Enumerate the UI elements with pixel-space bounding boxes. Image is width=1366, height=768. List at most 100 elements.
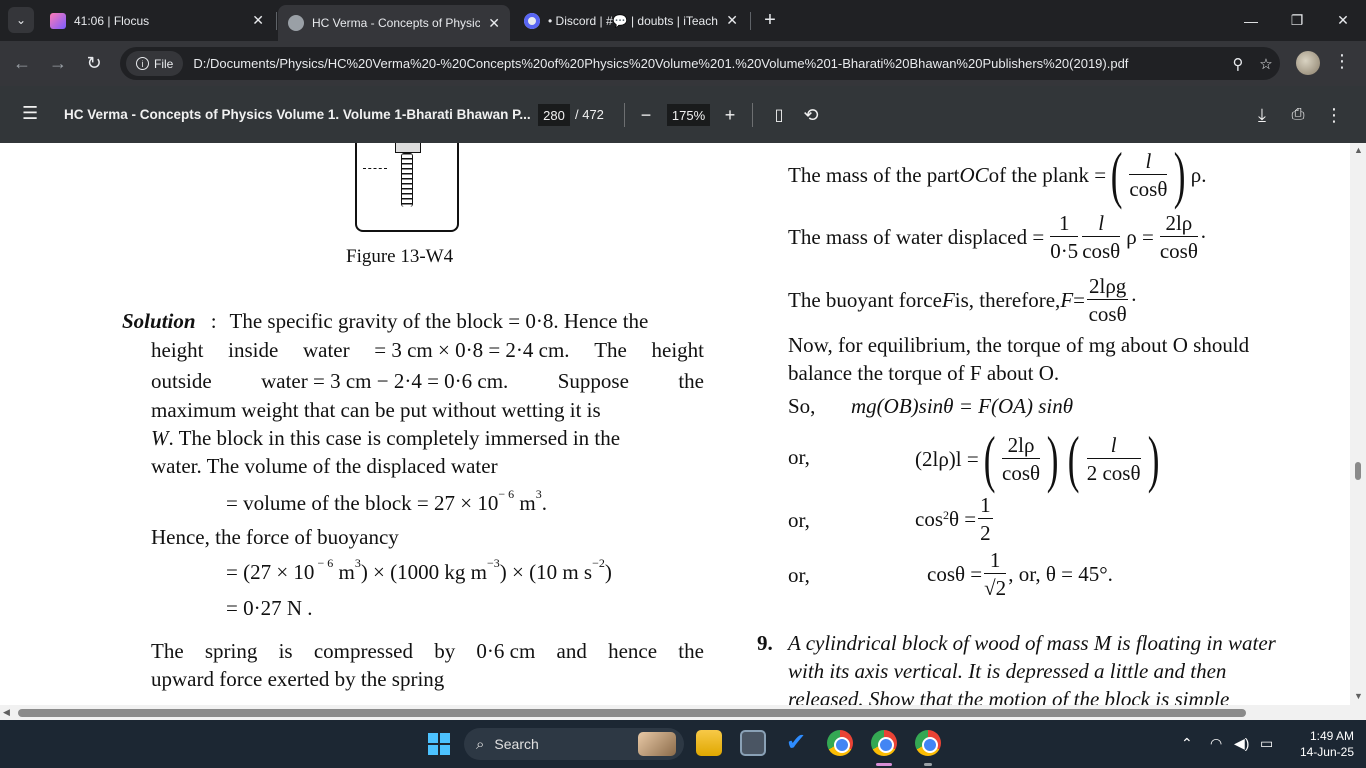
horizontal-scrollbar[interactable]: ◀ [0,705,1366,720]
exponent: 2 [943,508,949,522]
reload-button[interactable]: ↻ [80,49,108,77]
right-paren: ) [1147,423,1160,494]
solution-line-1: Solution : The specific gravity of the b… [122,311,648,332]
tab-divider [750,12,751,30]
torque-line-2: balance the torque of F about O. [788,361,1060,385]
more-options-icon[interactable]: ⋮ [1320,101,1348,129]
hamburger-menu-icon[interactable]: ☰ [22,103,38,124]
close-tab-icon[interactable]: ✕ [488,15,500,32]
exponent: − 6 [498,487,515,501]
denominator: 0·5 [1050,239,1079,263]
zoom-magnifier-icon[interactable]: ⚲ [1224,55,1252,73]
zoom-out-button[interactable]: − [632,101,660,129]
fit-page-icon[interactable]: ▯ [765,101,793,129]
site-info-chip[interactable]: i File [126,51,184,76]
volume-icon[interactable]: ◀) [1234,735,1249,752]
minimize-button[interactable]: — [1228,0,1274,41]
close-tab-icon[interactable]: ✕ [252,12,264,29]
word: water [302,338,350,362]
vertical-scrollbar[interactable]: ▲ ▼ [1350,143,1366,705]
close-tab-icon[interactable]: ✕ [726,12,738,29]
clock-date: 14-Jun-25 [1299,745,1354,759]
taskbar: ⌕ Search ✔ ⌃ ◠ ◀) ▭ 1:49 AM 14-Jun-25 [0,720,1366,768]
close-window-button[interactable]: ✕ [1320,0,1366,41]
word: = 3 cm × 0·8 = 2·4 cm. [374,338,570,362]
right-paren: ) [1046,423,1059,494]
profile-avatar[interactable] [1296,51,1320,75]
word: the [678,639,704,663]
tab-search-chevron-icon[interactable]: ⌄ [8,7,34,33]
exponent: −3 [486,556,500,570]
restore-button[interactable]: ❐ [1274,0,1320,41]
scroll-up-arrow-icon[interactable]: ▲ [1354,145,1363,155]
solution-line-5: W. The block in this case is completely … [151,428,620,449]
or-label: or, [788,508,810,532]
figure-spring [401,153,413,207]
bookmark-star-icon[interactable]: ☆ [1252,55,1280,73]
search-highlight-image [638,732,676,756]
print-icon[interactable]: ⎙ [1284,101,1312,129]
fraction: l2 cosθ [1086,434,1141,484]
solution-line-11: The spring is compressed by 0·6 cm and h… [151,641,704,662]
left-paren: ( [1068,423,1080,494]
discord-favicon-icon [524,12,540,29]
word: compressed [313,639,413,663]
todo-check-icon[interactable]: ✔ [783,730,809,756]
vertical-scroll-thumb[interactable] [1355,462,1361,480]
chrome-icon[interactable] [827,730,853,756]
word: water = 3 cm − 2·4 = 0·6 cm. [261,369,509,393]
text: ) × (10 m s [499,560,593,584]
word: is [278,639,293,663]
back-button[interactable]: ← [8,49,36,77]
calculator-icon[interactable] [740,730,766,756]
right-paren: ) [1174,143,1186,210]
variable: W [151,426,169,450]
exponent: − 6 [314,556,334,570]
solution-label: Solution [122,309,196,333]
chrome-profile-icon[interactable] [871,730,897,756]
scroll-left-arrow-icon[interactable]: ◀ [3,707,10,718]
url-text[interactable]: D:/Documents/Physics/HC%20Verma%20-%20Co… [193,56,1224,71]
text: The mass of the part [788,162,960,187]
water-mark [363,168,387,169]
windows-start-icon[interactable] [428,733,450,755]
new-tab-button[interactable]: + [758,8,782,32]
equation-water-displaced: The mass of water displaced = 1 0·5 l cosθ… [788,211,1207,263]
search-icon: ⌕ [476,735,485,753]
tab-hc-verma[interactable]: HC Verma - Concepts of Physic ✕ [278,5,510,41]
zoom-level-input[interactable]: 175% [667,104,710,126]
solution-line-9: = (27 × 10 − 6 m3) × (1000 kg m−3) × (10… [226,557,612,584]
tab-flocus[interactable]: 41:06 | Flocus ✕ [40,5,274,36]
file-explorer-icon[interactable] [696,730,722,756]
pdf-page[interactable]: Figure 13-W4 Solution : The specific gra… [0,143,1350,705]
chrome-profile-2-icon[interactable] [915,730,941,756]
taskbar-search-box[interactable]: ⌕ Search [464,728,684,760]
forward-button[interactable]: → [44,49,72,77]
denominator: cosθ [1129,177,1168,201]
so-label: So, [788,394,816,418]
clock[interactable]: 1:49 AM 14-Jun-25 [1288,728,1354,760]
page-number-input[interactable]: 280 [538,104,570,126]
tab-discord[interactable]: • Discord | #💬 | doubts | iTeach ✕ [514,5,748,36]
browser-menu-icon[interactable]: ⋮ [1332,51,1352,75]
address-bar[interactable]: i File D:/Documents/Physics/HC%20Verma%2… [120,47,1280,80]
rotate-icon[interactable]: ⟲ [797,101,825,129]
text: ) × (1000 kg m [360,560,487,584]
exponent: −2 [592,556,605,570]
denominator: cosθ [1159,239,1198,263]
zoom-in-button[interactable]: + [716,101,744,129]
text: θ = [949,506,977,531]
show-hidden-icons-chevron-icon[interactable]: ⌃ [1181,735,1193,752]
text: is, therefore, [954,287,1061,312]
equation-buoyant-force: The buoyant force F is, therefore, F = 2… [788,273,1137,327]
download-icon[interactable]: ⤓ [1248,101,1276,129]
exponent: 3 [354,556,361,570]
horizontal-scroll-thumb[interactable] [18,709,1246,717]
wifi-icon[interactable]: ◠ [1210,735,1222,752]
battery-icon[interactable]: ▭ [1260,735,1273,752]
left-paren: ( [1110,143,1123,210]
tab-title: HC Verma - Concepts of Physic [312,16,481,30]
scroll-down-arrow-icon[interactable]: ▼ [1354,691,1363,701]
word: outside [151,369,212,393]
fraction: l cosθ [1129,150,1168,201]
